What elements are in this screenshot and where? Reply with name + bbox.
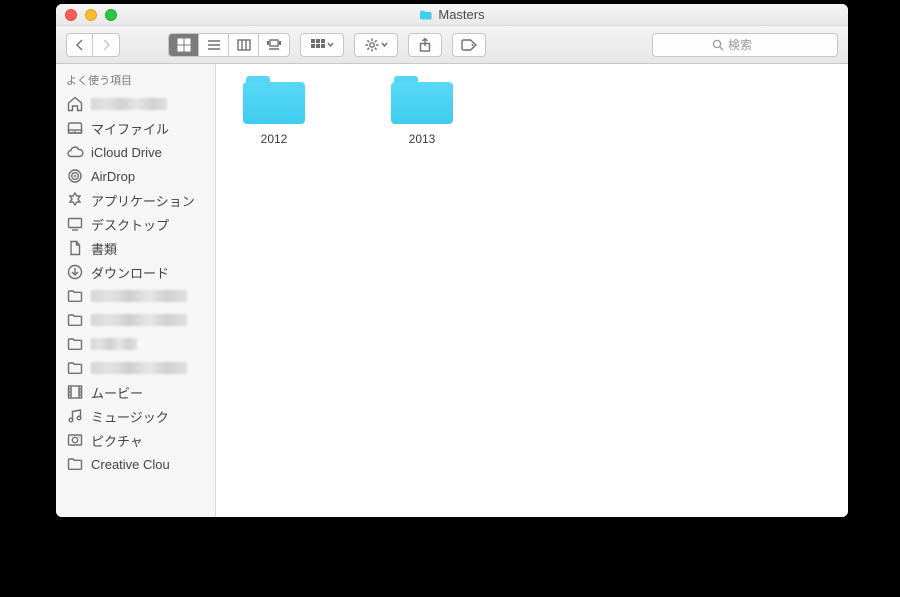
sidebar-item-redacted-10[interactable]: [56, 332, 215, 356]
back-button[interactable]: [67, 34, 93, 56]
view-icons-button[interactable]: [169, 34, 199, 56]
view-coverflow-button[interactable]: [259, 34, 289, 56]
folder-icon: [66, 311, 84, 329]
arrange-dropdown[interactable]: [300, 33, 344, 57]
sidebar-item-Creative Clou[interactable]: Creative Clou: [56, 452, 215, 476]
redacted-label: [91, 314, 187, 326]
folder-icon: [66, 455, 84, 473]
redacted-label: [91, 338, 137, 350]
sidebar-item-label: 書類: [91, 239, 117, 258]
download-icon: [66, 263, 84, 281]
sidebar-item-label: AirDrop: [91, 169, 135, 184]
sidebar: よく使う項目 マイファイル iCloud Drive AirDrop アプリケーション…: [56, 64, 216, 517]
movies-icon: [66, 383, 84, 401]
folder-icon: [66, 335, 84, 353]
share-button[interactable]: [408, 33, 442, 57]
view-columns-button[interactable]: [229, 34, 259, 56]
zoom-window-button[interactable]: [105, 9, 117, 21]
view-list-button[interactable]: [199, 34, 229, 56]
window-body: よく使う項目 マイファイル iCloud Drive AirDrop アプリケーション…: [56, 64, 848, 517]
titlebar: Masters: [56, 4, 848, 26]
sidebar-item-ピクチャ[interactable]: ピクチャ: [56, 428, 215, 452]
sidebar-section-header: よく使う項目: [56, 70, 215, 92]
sidebar-item-デスクトップ[interactable]: デスクトップ: [56, 212, 215, 236]
sidebar-item-マイファイル[interactable]: マイファイル: [56, 116, 215, 140]
folder-item[interactable]: 2013: [380, 76, 464, 146]
redacted-label: [91, 98, 167, 110]
toolbar: [56, 26, 848, 64]
sidebar-item-label: ムービー: [91, 383, 143, 402]
chevron-down-icon: [381, 42, 388, 47]
forward-button[interactable]: [93, 34, 119, 56]
cloud-icon: [66, 143, 84, 161]
sidebar-item-redacted-8[interactable]: [56, 284, 215, 308]
window-title: Masters: [438, 7, 484, 22]
redacted-label: [91, 290, 187, 302]
redacted-label: [91, 362, 187, 374]
view-mode-segmented: [168, 33, 290, 57]
sidebar-item-redacted-0[interactable]: [56, 92, 215, 116]
sidebar-item-AirDrop[interactable]: AirDrop: [56, 164, 215, 188]
sidebar-item-redacted-9[interactable]: [56, 308, 215, 332]
window-controls: [65, 9, 117, 21]
tag-icon: [461, 39, 477, 51]
sidebar-item-iCloud Drive[interactable]: iCloud Drive: [56, 140, 215, 164]
sidebar-item-label: ピクチャ: [91, 431, 143, 450]
docs-icon: [66, 239, 84, 257]
apps-icon: [66, 191, 84, 209]
nav-back-forward: [66, 33, 120, 57]
action-dropdown[interactable]: [354, 33, 398, 57]
folder-icon: [66, 359, 84, 377]
folder-name: 2012: [261, 132, 288, 146]
sidebar-item-アプリケーション[interactable]: アプリケーション: [56, 188, 215, 212]
sidebar-item-label: Creative Clou: [91, 457, 170, 472]
folder-item[interactable]: 2012: [232, 76, 316, 146]
search-icon: [712, 39, 724, 51]
folder-icon: [66, 287, 84, 305]
sidebar-item-ダウンロード[interactable]: ダウンロード: [56, 260, 215, 284]
content-area[interactable]: 2012 2013: [216, 64, 848, 517]
home-icon: [66, 95, 84, 113]
myfiles-icon: [66, 119, 84, 137]
pictures-icon: [66, 431, 84, 449]
search-field[interactable]: [652, 33, 838, 57]
sidebar-item-label: ダウンロード: [91, 263, 169, 282]
finder-window: Masters: [56, 4, 848, 517]
music-icon: [66, 407, 84, 425]
sidebar-item-label: アプリケーション: [91, 191, 195, 210]
sidebar-item-label: ミュージック: [91, 407, 169, 426]
search-input[interactable]: [728, 38, 778, 52]
sidebar-item-label: iCloud Drive: [91, 145, 162, 160]
sidebar-item-redacted-11[interactable]: [56, 356, 215, 380]
sidebar-item-ムービー[interactable]: ムービー: [56, 380, 215, 404]
sidebar-item-label: デスクトップ: [91, 215, 169, 234]
tags-button[interactable]: [452, 33, 486, 57]
folder-icon: [243, 76, 305, 124]
share-icon: [419, 38, 431, 52]
titlebar-folder-icon: [419, 9, 433, 21]
desktop-icon: [66, 215, 84, 233]
folder-icon: [391, 76, 453, 124]
folder-name: 2013: [409, 132, 436, 146]
sidebar-item-書類[interactable]: 書類: [56, 236, 215, 260]
minimize-window-button[interactable]: [85, 9, 97, 21]
gear-icon: [365, 38, 379, 52]
close-window-button[interactable]: [65, 9, 77, 21]
chevron-down-icon: [327, 42, 334, 47]
sidebar-item-label: マイファイル: [91, 119, 169, 138]
airdrop-icon: [66, 167, 84, 185]
sidebar-item-ミュージック[interactable]: ミュージック: [56, 404, 215, 428]
